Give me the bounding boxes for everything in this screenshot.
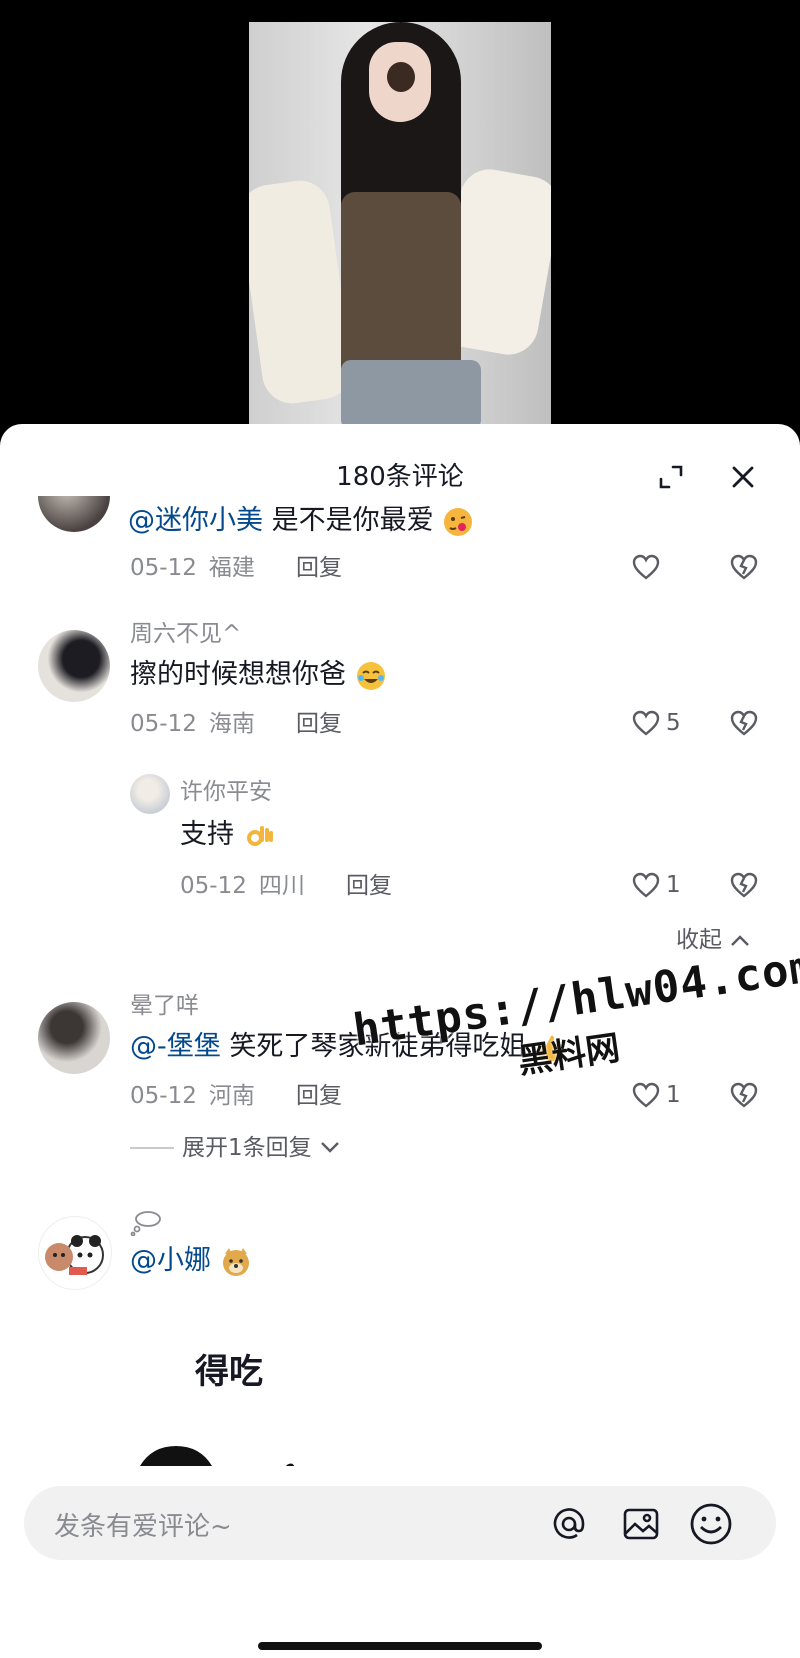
video-area[interactable] <box>0 0 800 440</box>
comment-meta: 05-12 河南 <box>130 1082 255 1110</box>
expand-label: 展开1条回复 <box>182 1135 312 1161</box>
mention-link[interactable]: @小娜 <box>130 1245 211 1276</box>
comment-meta: 05-12 四川 <box>180 872 305 900</box>
broken-heart-icon <box>730 554 758 580</box>
comment-text[interactable]: 擦的时候想想你爸 <box>130 658 387 692</box>
reply-button[interactable]: 回复 <box>296 554 342 582</box>
mention-link[interactable]: @迷你小美 <box>128 505 263 536</box>
comment-date: 05-12 <box>130 555 197 581</box>
comment-date: 05-12 <box>130 711 197 737</box>
comment-location: 河南 <box>208 1083 255 1109</box>
username[interactable]: 晕了咩 <box>130 992 199 1020</box>
like-count: 1 <box>666 1082 681 1108</box>
comment-input-bar: 发条有爱评论~ <box>0 1468 800 1658</box>
comment-input[interactable]: 发条有爱评论~ <box>24 1486 776 1560</box>
heart-icon <box>632 554 660 580</box>
comment-text[interactable]: @迷你小美 是不是你最爱 <box>128 504 474 538</box>
chevron-up-icon <box>731 935 749 946</box>
dislike-button[interactable] <box>728 708 760 738</box>
chevron-down-icon <box>320 1142 339 1153</box>
avatar[interactable] <box>38 1002 110 1074</box>
dislike-button[interactable] <box>728 870 760 900</box>
video-figure-filter <box>387 62 415 92</box>
like-count: 1 <box>666 872 681 898</box>
comment-meta: 05-12 福建 <box>130 554 255 582</box>
expand-button[interactable] <box>648 454 694 500</box>
heart-icon <box>632 872 660 898</box>
reply-button[interactable]: 回复 <box>346 872 392 900</box>
collapse-label: 收起 <box>676 927 722 953</box>
sticker-caption: 得吃 <box>195 1352 263 1392</box>
image-icon <box>623 1508 659 1540</box>
thought-bubble-icon <box>130 1211 161 1236</box>
broken-heart-icon <box>730 872 758 898</box>
smiley-icon <box>690 1503 732 1545</box>
broken-heart-icon <box>730 1082 758 1108</box>
panda-avatar-icon <box>45 1235 104 1275</box>
comment-date: 05-12 <box>180 873 247 899</box>
comment-text[interactable]: @-堡堡 笑死了琴家新徒弟得吃姐 <box>130 1030 567 1064</box>
comment-body: 支持 <box>180 819 234 850</box>
video-figure-top <box>341 192 461 382</box>
comment-location: 福建 <box>208 555 255 581</box>
heart-icon <box>632 710 660 736</box>
dislike-button[interactable] <box>728 1080 760 1110</box>
comment-body: 擦的时候想想你爸 <box>130 659 346 690</box>
video-thumbnail[interactable] <box>249 22 551 426</box>
comment-date: 05-12 <box>130 1083 197 1109</box>
crying-laughing-emoji-icon <box>356 661 385 690</box>
comments-sheet: 180条评论 @迷你小美 是不是你最爱 05-12 福建 回复 周六不见^ 擦的… <box>0 424 800 1658</box>
reply-button[interactable]: 回复 <box>296 710 342 738</box>
heart-icon <box>632 1082 660 1108</box>
avatar[interactable] <box>130 774 170 814</box>
reply-button[interactable]: 回复 <box>296 1082 342 1110</box>
comment-text[interactable]: 支持 <box>180 818 275 852</box>
avatar[interactable] <box>38 630 110 702</box>
mention-button[interactable] <box>546 1501 592 1547</box>
like-count: 5 <box>666 710 681 736</box>
like-button[interactable] <box>632 552 666 582</box>
meme-sticker-image[interactable] <box>128 1446 338 1466</box>
doge-emoji-icon <box>222 1247 249 1276</box>
comment-meta: 05-12 海南 <box>130 710 255 738</box>
collapse-replies-button[interactable]: 收起 <box>676 926 750 954</box>
image-button[interactable] <box>618 1501 664 1547</box>
thumbs-up-emoji-icon <box>538 1035 565 1061</box>
sheet-header: 180条评论 <box>0 424 800 494</box>
home-indicator <box>258 1642 542 1650</box>
broken-heart-icon <box>730 710 758 736</box>
video-figure-shorts <box>341 360 481 426</box>
avatar[interactable] <box>38 1216 112 1290</box>
username[interactable]: 许你平安 <box>180 778 272 806</box>
emoji-button[interactable] <box>688 1501 734 1547</box>
avatar[interactable] <box>38 496 110 532</box>
comment-text[interactable]: @小娜 <box>130 1244 252 1278</box>
kiss-emoji-icon <box>444 507 473 536</box>
like-button[interactable]: 1 <box>632 1080 681 1110</box>
close-icon <box>732 466 754 488</box>
divider-line <box>130 1147 174 1149</box>
at-icon <box>553 1508 585 1539</box>
comment-location: 四川 <box>258 873 305 899</box>
like-button[interactable]: 5 <box>632 708 681 738</box>
close-button[interactable] <box>720 454 766 500</box>
comment-body: 是不是你最爱 <box>263 505 434 536</box>
comment-body: 笑死了琴家新徒弟得吃姐 <box>220 1031 527 1062</box>
comment-input-placeholder[interactable]: 发条有爱评论~ <box>54 1506 232 1543</box>
ok-hand-emoji-icon <box>246 825 273 846</box>
expand-replies-button[interactable]: 展开1条回复 <box>130 1134 340 1162</box>
like-button[interactable]: 1 <box>632 870 681 900</box>
mention-link[interactable]: @-堡堡 <box>130 1031 221 1062</box>
expand-icon <box>659 465 683 489</box>
comment-location: 海南 <box>208 711 255 737</box>
comments-list: @迷你小美 是不是你最爱 05-12 福建 回复 周六不见^ 擦的时候想想你爸 <box>0 496 800 1466</box>
username[interactable]: 周六不见^ <box>130 620 241 648</box>
dislike-button[interactable] <box>728 552 760 582</box>
